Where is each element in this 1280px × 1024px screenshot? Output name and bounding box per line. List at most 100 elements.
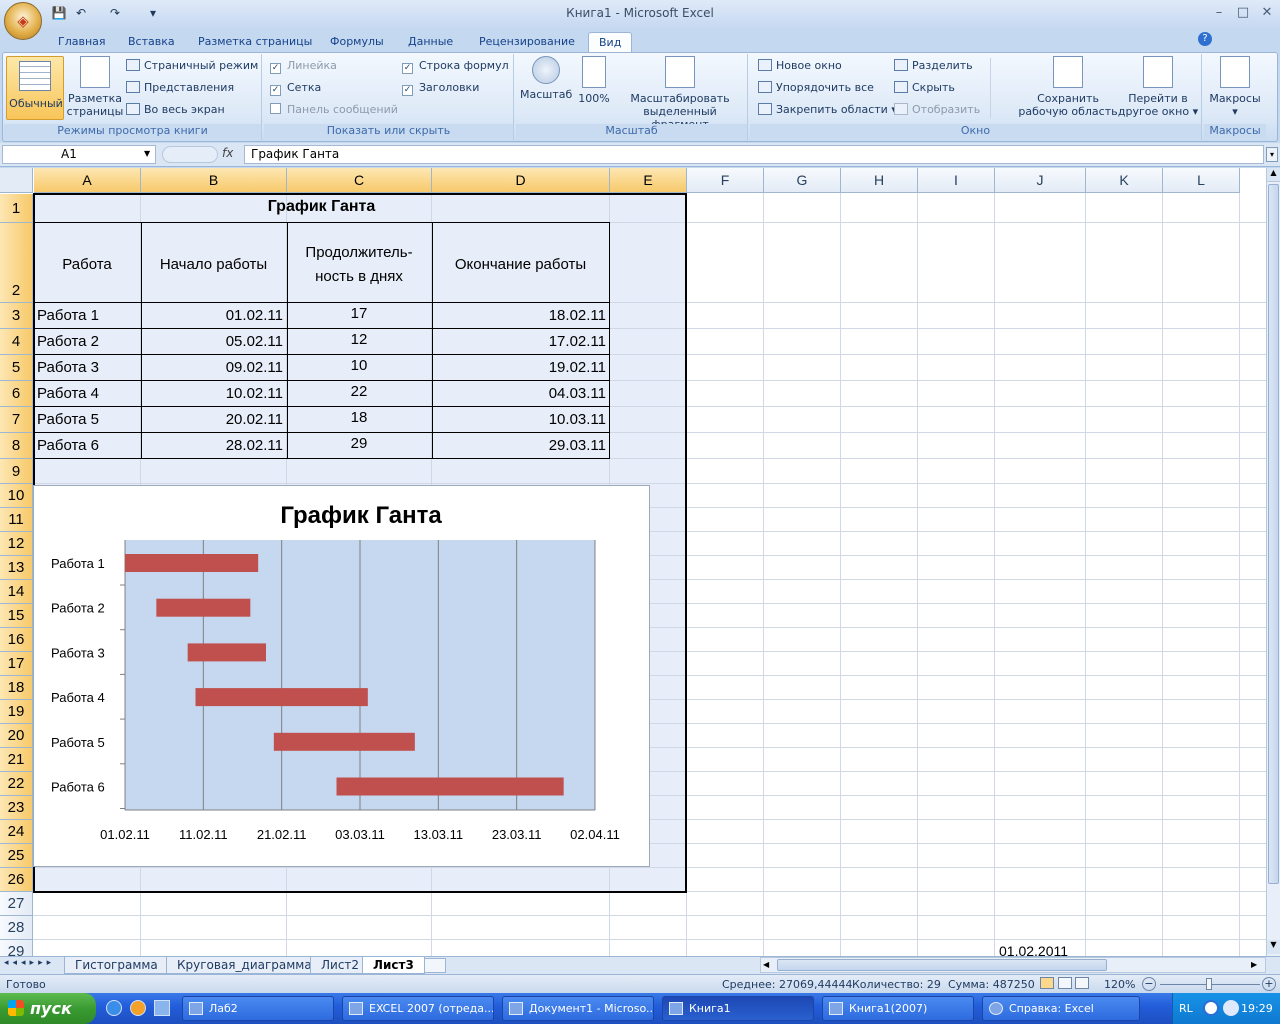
row-header-27[interactable]: 27 — [0, 892, 33, 916]
horizontal-scroll-thumb[interactable] — [777, 959, 1107, 971]
tab-insert[interactable]: Вставка — [124, 32, 179, 52]
gantt-bar[interactable] — [195, 688, 368, 707]
page-break-view-button[interactable]: Страничный режим — [126, 57, 258, 75]
insert-function-icon[interactable]: fx — [222, 146, 233, 160]
undo-icon[interactable]: ↶ — [72, 5, 90, 21]
split-button[interactable]: Разделить — [894, 57, 973, 75]
horizontal-scrollbar[interactable]: ◀ ▶ — [760, 957, 1266, 973]
row-header-15[interactable]: 15 — [0, 604, 33, 628]
minimize-button[interactable]: – — [1206, 4, 1232, 22]
worksheet-grid[interactable]: ABCDEFGHIJKL 1 2 3 4 5 6 7 8 9 10 11 12 13 14 15 16 17 18… — [0, 168, 1266, 956]
full-screen-button[interactable]: Во весь экран — [126, 101, 225, 119]
row-header-8[interactable]: 8 — [0, 433, 33, 459]
tab-home[interactable]: Главная — [54, 32, 110, 52]
row-header-18[interactable]: 18 — [0, 676, 33, 700]
tab-page-layout[interactable]: Разметка страницы — [194, 32, 316, 52]
language-indicator[interactable]: RL — [1179, 1002, 1193, 1015]
gantt-bar[interactable] — [156, 598, 251, 617]
gridlines-checkbox[interactable]: ✓ Сетка — [270, 79, 321, 97]
column-header-h[interactable]: H — [841, 168, 918, 193]
gantt-bar[interactable] — [187, 643, 266, 662]
start-button[interactable]: пуск — [0, 993, 96, 1024]
sheet-tab-histogram[interactable]: Гистограмма — [64, 957, 169, 974]
zoom-slider-thumb[interactable] — [1206, 978, 1212, 990]
column-header-j[interactable]: J — [995, 168, 1086, 193]
scroll-up-icon[interactable]: ▲ — [1267, 168, 1280, 182]
formula-bar-checkbox[interactable]: ✓ Строка формул — [402, 57, 509, 75]
row-header-17[interactable]: 17 — [0, 652, 33, 676]
task-help-excel[interactable]: Справка: Excel — [982, 996, 1140, 1021]
zoom-to-selection-button[interactable]: Масштабировать выделенный фрагмент — [616, 56, 744, 131]
row-header-9[interactable]: 9 — [0, 459, 33, 484]
row-header-6[interactable]: 6 — [0, 381, 33, 407]
column-header-a[interactable]: A — [34, 168, 141, 193]
row-header-16[interactable]: 16 — [0, 628, 33, 652]
task-kniga1-2007[interactable]: Книга1(2007) — [822, 996, 974, 1021]
column-header-f[interactable]: F — [687, 168, 764, 193]
zoom-in-icon[interactable]: + — [1262, 977, 1276, 991]
name-box-dropdown-icon[interactable]: ▼ — [144, 149, 150, 158]
row-header-13[interactable]: 13 — [0, 556, 33, 580]
tab-view[interactable]: Вид — [588, 32, 633, 52]
column-header-g[interactable]: G — [764, 168, 841, 193]
row-header-19[interactable]: 19 — [0, 700, 33, 724]
zoom-out-icon[interactable]: − — [1142, 977, 1156, 991]
ie-icon[interactable] — [106, 1000, 122, 1016]
gantt-bar[interactable] — [273, 732, 415, 751]
row-header-28[interactable]: 28 — [0, 916, 33, 940]
row-header-5[interactable]: 5 — [0, 355, 33, 381]
expand-formula-icon[interactable]: ▾ — [1266, 147, 1278, 162]
vertical-scrollbar[interactable]: ▲ ▼ — [1266, 168, 1280, 956]
row-header-1[interactable]: 1 — [0, 194, 33, 223]
column-header-l[interactable]: L — [1163, 168, 1240, 193]
row-header-22[interactable]: 22 — [0, 772, 33, 796]
row-header-2[interactable]: 2 — [0, 223, 33, 303]
row-header-20[interactable]: 20 — [0, 724, 33, 748]
message-bar-checkbox[interactable]: Панель сообщений — [270, 101, 398, 119]
row-header-4[interactable]: 4 — [0, 329, 33, 355]
media-icon[interactable] — [130, 1000, 146, 1016]
headings-checkbox[interactable]: ✓ Заголовки — [402, 79, 479, 97]
row-header-25[interactable]: 25 — [0, 844, 33, 868]
task-kniga1[interactable]: Книга1 — [662, 996, 814, 1021]
sheet-nav-icons[interactable]: ◂◂◂▸▸▸ — [4, 958, 55, 968]
normal-view-icon[interactable] — [1040, 977, 1054, 989]
save-workspace-button[interactable]: Сохранить рабочую область — [1018, 56, 1118, 118]
desktop-icon[interactable] — [154, 1000, 170, 1016]
custom-views-button[interactable]: Представления — [126, 79, 234, 97]
normal-view-button[interactable]: Обычный — [6, 56, 64, 120]
help-icon[interactable]: ? — [1198, 32, 1212, 46]
scroll-right-icon[interactable]: ▶ — [1251, 958, 1257, 972]
cell-j29[interactable]: 01.02.2011 — [999, 943, 1068, 956]
tray-app-icon[interactable] — [1203, 1000, 1219, 1016]
ruler-checkbox[interactable]: ✓ Линейка — [270, 57, 337, 75]
row-header-14[interactable]: 14 — [0, 580, 33, 604]
clock[interactable]: 19:29 — [1241, 1002, 1273, 1015]
scroll-left-icon[interactable]: ◀ — [763, 958, 769, 972]
row-header-21[interactable]: 21 — [0, 748, 33, 772]
zoom-button[interactable]: Масштаб — [520, 56, 572, 101]
task-excel2007[interactable]: EXCEL 2007 (отреда... — [342, 996, 494, 1021]
freeze-panes-button[interactable]: Закрепить области ▾ — [758, 101, 897, 119]
maximize-button[interactable]: □ — [1230, 4, 1256, 22]
row-header-26[interactable]: 26 — [0, 868, 33, 892]
column-header-i[interactable]: I — [918, 168, 995, 193]
macros-button[interactable]: Макросы ▾ — [1206, 56, 1264, 118]
row-header-3[interactable]: 3 — [0, 303, 33, 329]
column-header-d[interactable]: D — [432, 168, 610, 193]
tray-network-icon[interactable] — [1223, 1000, 1239, 1016]
arrange-all-button[interactable]: Упорядочить все — [758, 79, 874, 97]
side-by-side-icons[interactable] — [990, 58, 1008, 118]
task-document1[interactable]: Документ1 - Microso... — [502, 996, 654, 1021]
zoom-level[interactable]: 120% — [1104, 978, 1135, 991]
row-header-29[interactable]: 29 — [0, 940, 33, 956]
column-header-c[interactable]: C — [287, 168, 432, 193]
name-box[interactable]: A1 — [2, 145, 156, 164]
close-button[interactable]: ✕ — [1254, 4, 1280, 22]
switch-windows-button[interactable]: Перейти в другое окно ▾ — [1116, 56, 1200, 118]
formula-controls[interactable] — [162, 146, 218, 163]
scroll-down-icon[interactable]: ▼ — [1267, 940, 1280, 954]
view-buttons[interactable] — [1040, 977, 1096, 991]
hide-button[interactable]: Скрыть — [894, 79, 955, 97]
gantt-bar[interactable] — [125, 554, 259, 572]
